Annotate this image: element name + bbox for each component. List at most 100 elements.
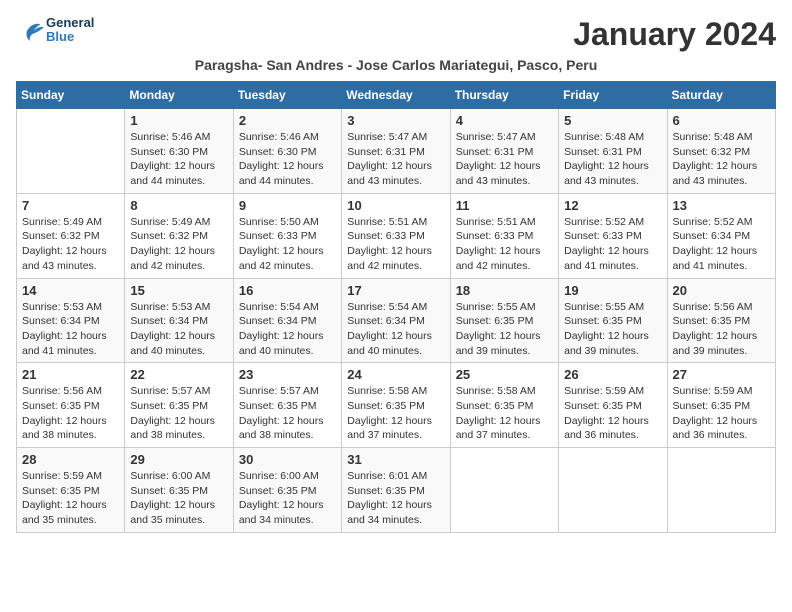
calendar-cell: 28Sunrise: 5:59 AMSunset: 6:35 PMDayligh…: [17, 448, 125, 533]
day-info: Sunrise: 5:51 AMSunset: 6:33 PMDaylight:…: [456, 215, 553, 274]
calendar-cell: 18 Sunrise: 5:55 AMSunset: 6:35 PMDayligh…: [450, 278, 558, 363]
calendar-cell: 9 Sunrise: 5:50 AMSunset: 6:33 PMDaylight…: [233, 193, 341, 278]
day-info: Sunrise: 5:52 AMSunset: 6:34 PMDaylight:…: [673, 215, 770, 274]
calendar-cell: 25 Sunrise: 5:58 AMSunset: 6:35 PMDayligh…: [450, 363, 558, 448]
calendar-cell: 4Sunrise: 5:47 AMSunset: 6:31 PMDaylight…: [450, 109, 558, 194]
calendar-cell: 30Sunrise: 6:00 AMSunset: 6:35 PMDayligh…: [233, 448, 341, 533]
day-header-tuesday: Tuesday: [233, 82, 341, 109]
logo-blue-text: Blue: [46, 29, 74, 44]
calendar-body: 1 Sunrise: 5:46 AMSunset: 6:30 PMDaylight…: [17, 109, 776, 533]
week-row-3: 14 Sunrise: 5:53 AMSunset: 6:34 PMDayligh…: [17, 278, 776, 363]
day-info: Sunrise: 5:47 AMSunset: 6:31 PMDaylight:…: [456, 130, 553, 189]
day-info: Sunrise: 5:58 AMSunset: 6:35 PMDaylight:…: [456, 384, 553, 443]
calendar-cell: 2 Sunrise: 5:46 AMSunset: 6:30 PMDaylight…: [233, 109, 341, 194]
calendar-cell: 24Sunrise: 5:58 AMSunset: 6:35 PMDayligh…: [342, 363, 450, 448]
day-info: Sunrise: 5:57 AMSunset: 6:35 PMDaylight:…: [130, 384, 227, 443]
day-number: 15: [130, 283, 227, 298]
day-number: 6: [673, 113, 770, 128]
day-info: Sunrise: 5:59 AMSunset: 6:35 PMDaylight:…: [673, 384, 770, 443]
day-number: 25: [456, 367, 553, 382]
day-header-thursday: Thursday: [450, 82, 558, 109]
day-info: Sunrise: 5:53 AMSunset: 6:34 PMDaylight:…: [22, 300, 119, 359]
day-header-friday: Friday: [559, 82, 667, 109]
calendar-cell: 14 Sunrise: 5:53 AMSunset: 6:34 PMDayligh…: [17, 278, 125, 363]
day-info: Sunrise: 5:51 AMSunset: 6:33 PMDaylight:…: [347, 215, 444, 274]
day-number: 13: [673, 198, 770, 213]
calendar-cell: 1 Sunrise: 5:46 AMSunset: 6:30 PMDaylight…: [125, 109, 233, 194]
calendar-cell: 6 Sunrise: 5:48 AMSunset: 6:32 PMDaylight…: [667, 109, 775, 194]
day-header-wednesday: Wednesday: [342, 82, 450, 109]
day-info: Sunrise: 5:46 AMSunset: 6:30 PMDaylight:…: [130, 130, 227, 189]
day-number: 14: [22, 283, 119, 298]
day-number: 21: [22, 367, 119, 382]
calendar-cell: [667, 448, 775, 533]
calendar-cell: 10 Sunrise: 5:51 AMSunset: 6:33 PMDayligh…: [342, 193, 450, 278]
day-info: Sunrise: 5:57 AMSunset: 6:35 PMDaylight:…: [239, 384, 336, 443]
day-info: Sunrise: 5:54 AMSunset: 6:34 PMDaylight:…: [347, 300, 444, 359]
day-number: 27: [673, 367, 770, 382]
day-number: 11: [456, 198, 553, 213]
day-number: 30: [239, 452, 336, 467]
calendar-table: SundayMondayTuesdayWednesdayThursdayFrid…: [16, 81, 776, 533]
day-info: Sunrise: 5:48 AMSunset: 6:31 PMDaylight:…: [564, 130, 661, 189]
calendar-cell: 5 Sunrise: 5:48 AMSunset: 6:31 PMDaylight…: [559, 109, 667, 194]
day-info: Sunrise: 5:56 AMSunset: 6:35 PMDaylight:…: [673, 300, 770, 359]
calendar-cell: [450, 448, 558, 533]
calendar-cell: 16 Sunrise: 5:54 AMSunset: 6:34 PMDayligh…: [233, 278, 341, 363]
day-number: 1: [130, 113, 227, 128]
day-info: Sunrise: 5:55 AMSunset: 6:35 PMDaylight:…: [564, 300, 661, 359]
day-header-monday: Monday: [125, 82, 233, 109]
day-info: Sunrise: 5:56 AMSunset: 6:35 PMDaylight:…: [22, 384, 119, 443]
day-number: 9: [239, 198, 336, 213]
day-info: Sunrise: 5:59 AMSunset: 6:35 PMDaylight:…: [22, 469, 119, 528]
calendar-cell: 3Sunrise: 5:47 AMSunset: 6:31 PMDaylight…: [342, 109, 450, 194]
calendar-cell: 8Sunrise: 5:49 AMSunset: 6:32 PMDaylight…: [125, 193, 233, 278]
day-info: Sunrise: 5:52 AMSunset: 6:33 PMDaylight:…: [564, 215, 661, 274]
calendar-cell: 15Sunrise: 5:53 AMSunset: 6:34 PMDayligh…: [125, 278, 233, 363]
calendar-cell: 26Sunrise: 5:59 AMSunset: 6:35 PMDayligh…: [559, 363, 667, 448]
calendar-subtitle: Paragsha- San Andres - Jose Carlos Maria…: [16, 57, 776, 73]
day-info: Sunrise: 5:46 AMSunset: 6:30 PMDaylight:…: [239, 130, 336, 189]
day-number: 17: [347, 283, 444, 298]
day-header-sunday: Sunday: [17, 82, 125, 109]
calendar-cell: 20 Sunrise: 5:56 AMSunset: 6:35 PMDayligh…: [667, 278, 775, 363]
week-row-1: 1 Sunrise: 5:46 AMSunset: 6:30 PMDaylight…: [17, 109, 776, 194]
week-row-2: 7 Sunrise: 5:49 AMSunset: 6:32 PMDaylight…: [17, 193, 776, 278]
day-info: Sunrise: 5:54 AMSunset: 6:34 PMDaylight:…: [239, 300, 336, 359]
week-row-5: 28Sunrise: 5:59 AMSunset: 6:35 PMDayligh…: [17, 448, 776, 533]
day-info: Sunrise: 5:50 AMSunset: 6:33 PMDaylight:…: [239, 215, 336, 274]
calendar-cell: [559, 448, 667, 533]
day-number: 29: [130, 452, 227, 467]
day-number: 2: [239, 113, 336, 128]
day-info: Sunrise: 5:49 AMSunset: 6:32 PMDaylight:…: [22, 215, 119, 274]
day-info: Sunrise: 6:01 AMSunset: 6:35 PMDaylight:…: [347, 469, 444, 528]
day-info: Sunrise: 5:49 AMSunset: 6:32 PMDaylight:…: [130, 215, 227, 274]
day-number: 16: [239, 283, 336, 298]
day-info: Sunrise: 5:59 AMSunset: 6:35 PMDaylight:…: [564, 384, 661, 443]
day-number: 3: [347, 113, 444, 128]
calendar-header: SundayMondayTuesdayWednesdayThursdayFrid…: [17, 82, 776, 109]
calendar-cell: 29 Sunrise: 6:00 AMSunset: 6:35 PMDayligh…: [125, 448, 233, 533]
calendar-cell: 27 Sunrise: 5:59 AMSunset: 6:35 PMDayligh…: [667, 363, 775, 448]
day-header-saturday: Saturday: [667, 82, 775, 109]
day-number: 20: [673, 283, 770, 298]
calendar-cell: 11 Sunrise: 5:51 AMSunset: 6:33 PMDayligh…: [450, 193, 558, 278]
days-header-row: SundayMondayTuesdayWednesdayThursdayFrid…: [17, 82, 776, 109]
calendar-cell: 22Sunrise: 5:57 AMSunset: 6:35 PMDayligh…: [125, 363, 233, 448]
calendar-cell: 31Sunrise: 6:01 AMSunset: 6:35 PMDayligh…: [342, 448, 450, 533]
calendar-cell: 21 Sunrise: 5:56 AMSunset: 6:35 PMDayligh…: [17, 363, 125, 448]
day-number: 10: [347, 198, 444, 213]
day-info: Sunrise: 6:00 AMSunset: 6:35 PMDaylight:…: [130, 469, 227, 528]
calendar-cell: 17 Sunrise: 5:54 AMSunset: 6:34 PMDayligh…: [342, 278, 450, 363]
logo: General Blue: [16, 16, 94, 45]
day-info: Sunrise: 5:48 AMSunset: 6:32 PMDaylight:…: [673, 130, 770, 189]
day-info: Sunrise: 5:58 AMSunset: 6:35 PMDaylight:…: [347, 384, 444, 443]
day-number: 7: [22, 198, 119, 213]
day-number: 12: [564, 198, 661, 213]
day-info: Sunrise: 5:55 AMSunset: 6:35 PMDaylight:…: [456, 300, 553, 359]
day-number: 18: [456, 283, 553, 298]
day-number: 5: [564, 113, 661, 128]
day-number: 23: [239, 367, 336, 382]
calendar-cell: [17, 109, 125, 194]
calendar-cell: 23 Sunrise: 5:57 AMSunset: 6:35 PMDayligh…: [233, 363, 341, 448]
